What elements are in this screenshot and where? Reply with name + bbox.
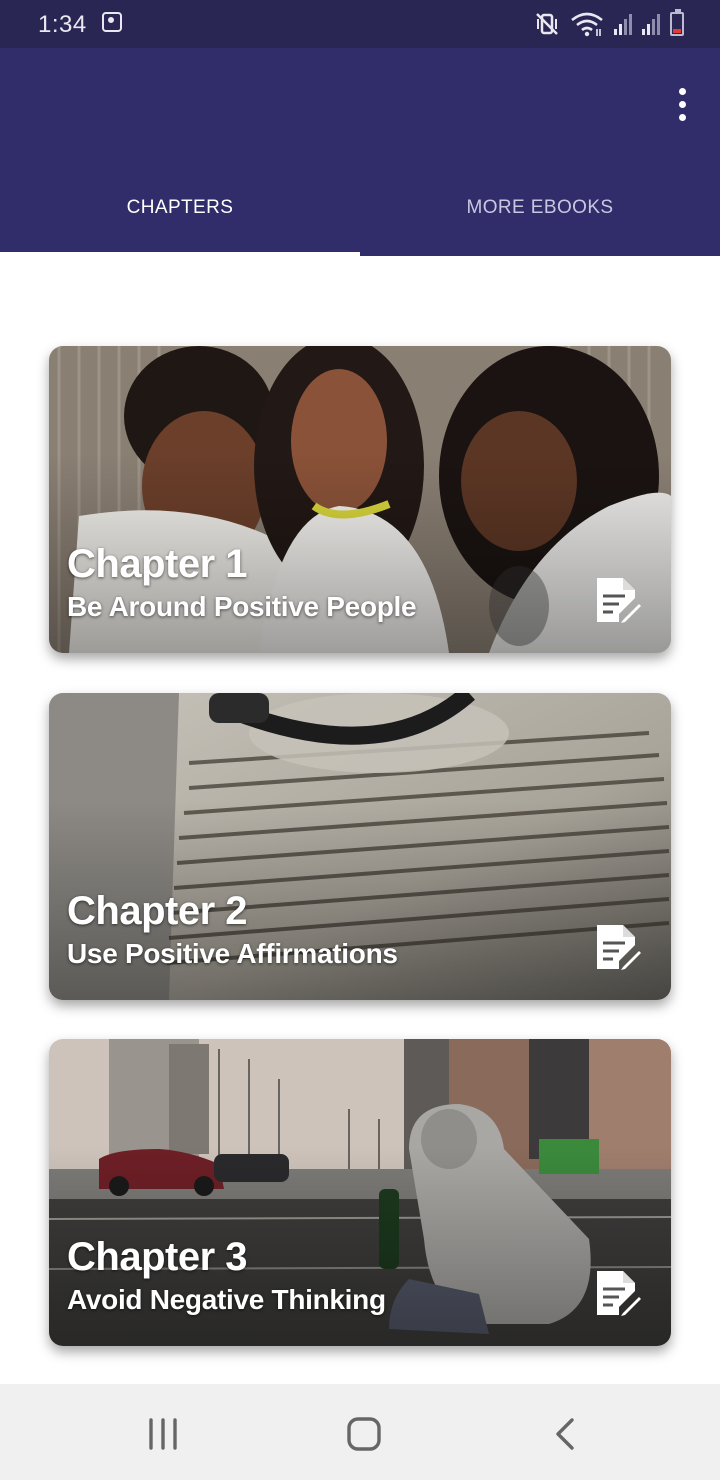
document-edit-icon[interactable]	[595, 576, 641, 624]
chapter-card-2[interactable]: Chapter 2 Use Positive Affirmations	[49, 693, 671, 1000]
alarm-icon	[102, 12, 122, 32]
signal-icon	[642, 13, 660, 35]
tab-more-ebooks[interactable]: MORE EBOOKS	[360, 166, 720, 256]
back-icon[interactable]	[536, 1404, 596, 1464]
chapter-card-3[interactable]: Chapter 3 Avoid Negative Thinking	[49, 1039, 671, 1346]
home-icon[interactable]	[334, 1404, 394, 1464]
recent-apps-icon[interactable]	[133, 1404, 193, 1464]
battery-low-icon	[670, 9, 684, 36]
chapter-title: Chapter 3	[67, 1235, 248, 1279]
status-icons	[534, 9, 684, 38]
tab-chapters[interactable]: CHAPTERS	[0, 166, 360, 256]
wifi-icon	[571, 12, 603, 37]
vibrate-mute-icon	[536, 13, 558, 35]
tab-bar: CHAPTERS MORE EBOOKS	[0, 166, 720, 256]
tab-label: CHAPTERS	[126, 197, 234, 218]
tab-indicator	[0, 252, 360, 256]
status-bar: 1:34	[0, 0, 720, 48]
navigation-bar	[0, 1384, 720, 1480]
chapter-subtitle: Be Around Positive People	[67, 591, 417, 622]
document-edit-icon[interactable]	[595, 923, 641, 971]
chapter-subtitle: Use Positive Affirmations	[67, 938, 398, 969]
chapter-subtitle: Avoid Negative Thinking	[67, 1284, 386, 1315]
document-edit-icon[interactable]	[595, 1269, 641, 1317]
signal-icon	[614, 13, 632, 35]
app-bar: CHAPTERS MORE EBOOKS	[0, 48, 720, 256]
tab-label: MORE EBOOKS	[466, 197, 614, 218]
status-time: 1:34	[38, 11, 87, 38]
more-vertical-icon[interactable]	[676, 86, 690, 124]
chapter-title: Chapter 1	[67, 542, 248, 586]
chapter-title: Chapter 2	[67, 889, 248, 933]
chapter-card-1[interactable]: Chapter 1 Be Around Positive People	[49, 346, 671, 653]
